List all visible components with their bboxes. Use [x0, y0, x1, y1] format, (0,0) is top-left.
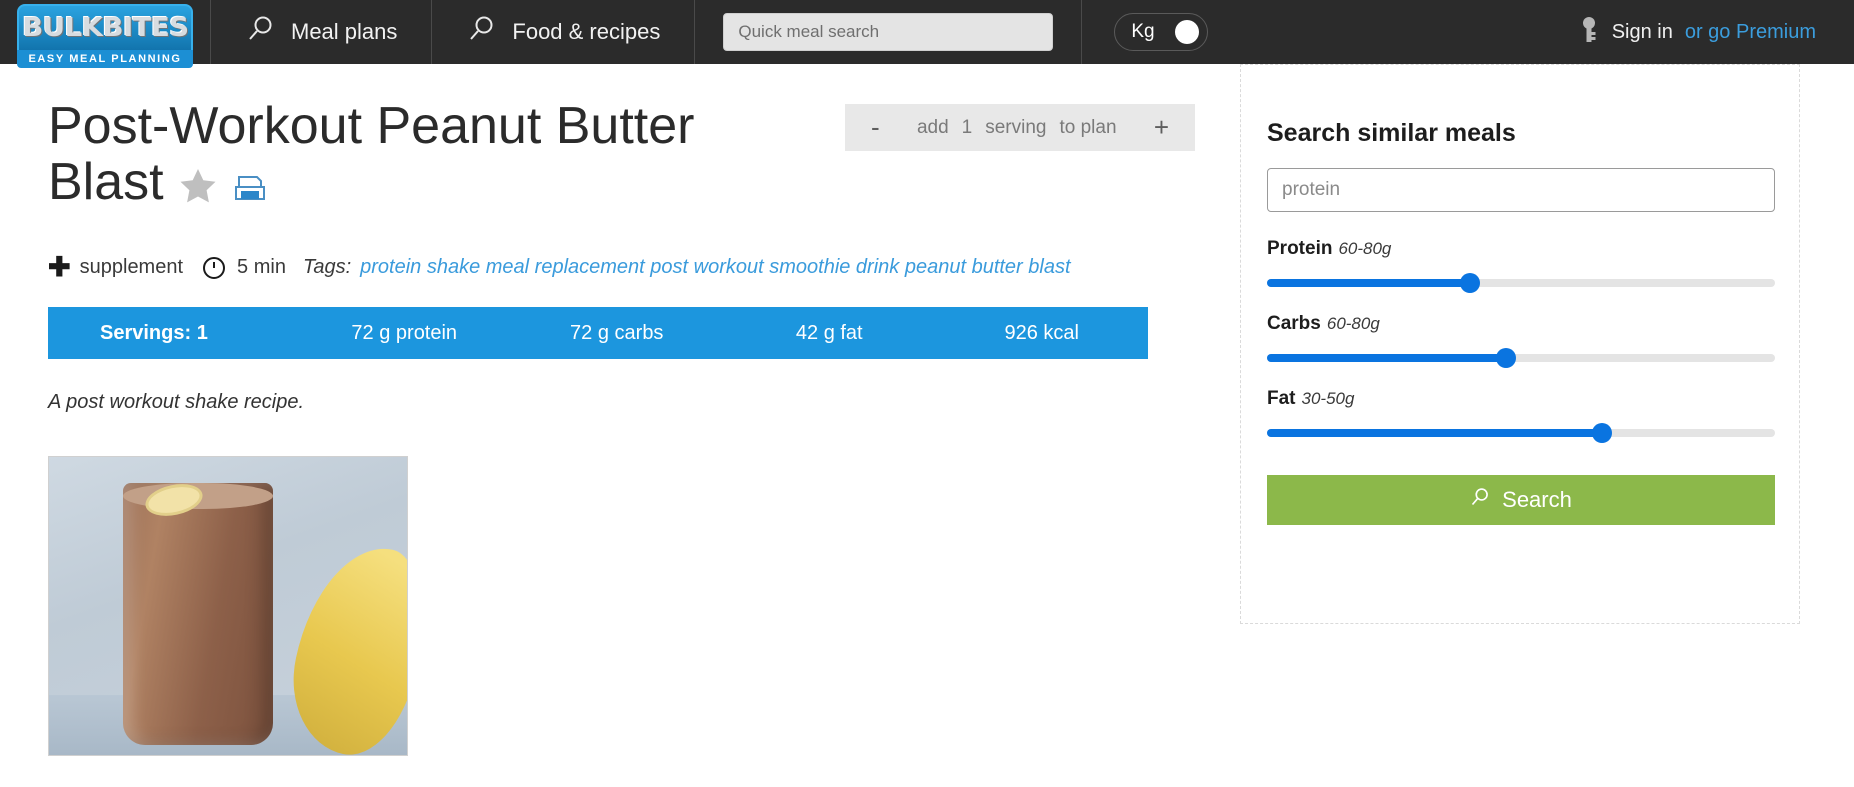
star-icon[interactable] — [178, 160, 218, 216]
stepper-unit-label: serving — [985, 116, 1047, 138]
carbs-range: 60-80g — [1326, 314, 1380, 333]
sign-in-link[interactable]: Sign in — [1612, 21, 1673, 44]
nav-label-meal-plans: Meal plans — [291, 19, 398, 44]
fat-slider-knob[interactable] — [1592, 423, 1613, 443]
carbs-slider-group: Carbs 60-80g — [1267, 313, 1775, 368]
nutrition-summary-bar: Servings: 1 72 g protein 72 g carbs 42 g… — [48, 307, 1148, 360]
photo-shake-glass — [123, 483, 273, 746]
protein-label: Protein — [1267, 238, 1333, 259]
search-icon — [466, 14, 496, 50]
unit-toggle-container: Kg — [1081, 0, 1240, 64]
carbs-slider-knob[interactable] — [1495, 348, 1516, 368]
search-button-label: Search — [1502, 487, 1572, 512]
recipe-time: 5 min — [237, 256, 286, 279]
macro-calories: 926 kcal — [1004, 321, 1080, 344]
fat-slider-label: Fat 30-50g — [1267, 388, 1773, 410]
similar-meals-panel: Search similar meals Protein 60-80g Carbs… — [1240, 64, 1800, 624]
fat-slider-group: Fat 30-50g — [1267, 388, 1775, 443]
fat-range: 30-50g — [1301, 389, 1355, 408]
recipe-meta-row: ✚ supplement 5 min Tags: protein shake m… — [48, 254, 1240, 281]
recipe-title-text: Post-Workout Peanut Butter Blast — [48, 97, 695, 212]
protein-range: 60-80g — [1338, 239, 1392, 258]
nav-item-meal-plans[interactable]: Meal plans — [210, 0, 431, 64]
macro-carbs: 72 g carbs — [570, 321, 664, 344]
search-icon — [245, 14, 275, 50]
recipe-main-content: Post-Workout Peanut Butter Blast - add 1… — [0, 64, 1240, 757]
stepper-labels: add 1 serving to plan — [917, 117, 1117, 139]
search-icon — [1470, 487, 1490, 513]
plus-icon: ✚ — [48, 252, 71, 283]
search-button[interactable]: Search — [1267, 475, 1775, 525]
fat-label: Fat — [1267, 388, 1296, 409]
add-serving-stepper: - add 1 serving to plan + — [845, 104, 1195, 151]
page-title: Post-Workout Peanut Butter Blast — [48, 98, 788, 216]
top-header-bar: BULKBITES EASY MEAL PLANNING Meal plans … — [0, 0, 1854, 68]
protein-slider-fill — [1267, 279, 1471, 287]
macro-fat: 42 g fat — [795, 321, 863, 344]
protein-slider-group: Protein 60-80g — [1267, 238, 1775, 293]
nav-label-food-recipes: Food & recipes — [512, 19, 661, 44]
unit-toggle-switch[interactable]: Kg — [1114, 13, 1209, 51]
print-icon[interactable] — [232, 160, 268, 216]
sidebar-title: Search similar meals — [1267, 119, 1516, 147]
logo-name: BULKBITES — [21, 13, 189, 43]
carbs-slider[interactable] — [1267, 348, 1775, 368]
quick-search-input[interactable] — [723, 13, 1054, 51]
tags-label: Tags: — [302, 256, 352, 279]
decrease-serving-button[interactable]: - — [871, 112, 880, 143]
similar-meals-keyword-input[interactable] — [1267, 168, 1775, 212]
site-logo[interactable]: BULKBITES EASY MEAL PLANNING — [0, 0, 210, 68]
recipe-category: supplement — [79, 256, 184, 279]
protein-slider[interactable] — [1267, 273, 1775, 293]
recipe-photo — [48, 456, 408, 757]
carbs-slider-fill — [1267, 354, 1506, 362]
stepper-target-label: to plan — [1059, 116, 1117, 138]
logo-wordmark: BULKBITES — [17, 4, 193, 50]
protein-slider-knob[interactable] — [1460, 273, 1481, 293]
nav-item-food-recipes[interactable]: Food & recipes — [431, 0, 694, 64]
toggle-knob — [1175, 20, 1200, 44]
account-area: Sign in or go Premium — [1578, 0, 1854, 64]
increase-serving-button[interactable]: + — [1154, 112, 1169, 143]
fat-slider[interactable] — [1267, 423, 1775, 443]
quick-search-container — [694, 0, 1081, 64]
stepper-quantity[interactable]: 1 — [962, 117, 973, 139]
go-premium-link[interactable]: or go Premium — [1685, 21, 1816, 44]
stepper-add-label: add — [916, 116, 949, 138]
carbs-label: Carbs — [1267, 313, 1321, 334]
macro-protein: 72 g protein — [351, 321, 458, 344]
recipe-description: A post workout shake recipe. — [48, 391, 305, 414]
fat-slider-fill — [1267, 429, 1603, 437]
unit-toggle-label: Kg — [1131, 21, 1155, 42]
clock-icon — [202, 256, 226, 280]
recipe-tags[interactable]: protein shake meal replacement post work… — [360, 256, 1070, 279]
protein-slider-label: Protein 60-80g — [1267, 238, 1773, 260]
carbs-slider-label: Carbs 60-80g — [1267, 313, 1773, 335]
key-icon — [1578, 16, 1600, 49]
macro-servings: Servings: 1 — [100, 321, 208, 344]
logo-graphic: BULKBITES EASY MEAL PLANNING — [17, 4, 193, 68]
